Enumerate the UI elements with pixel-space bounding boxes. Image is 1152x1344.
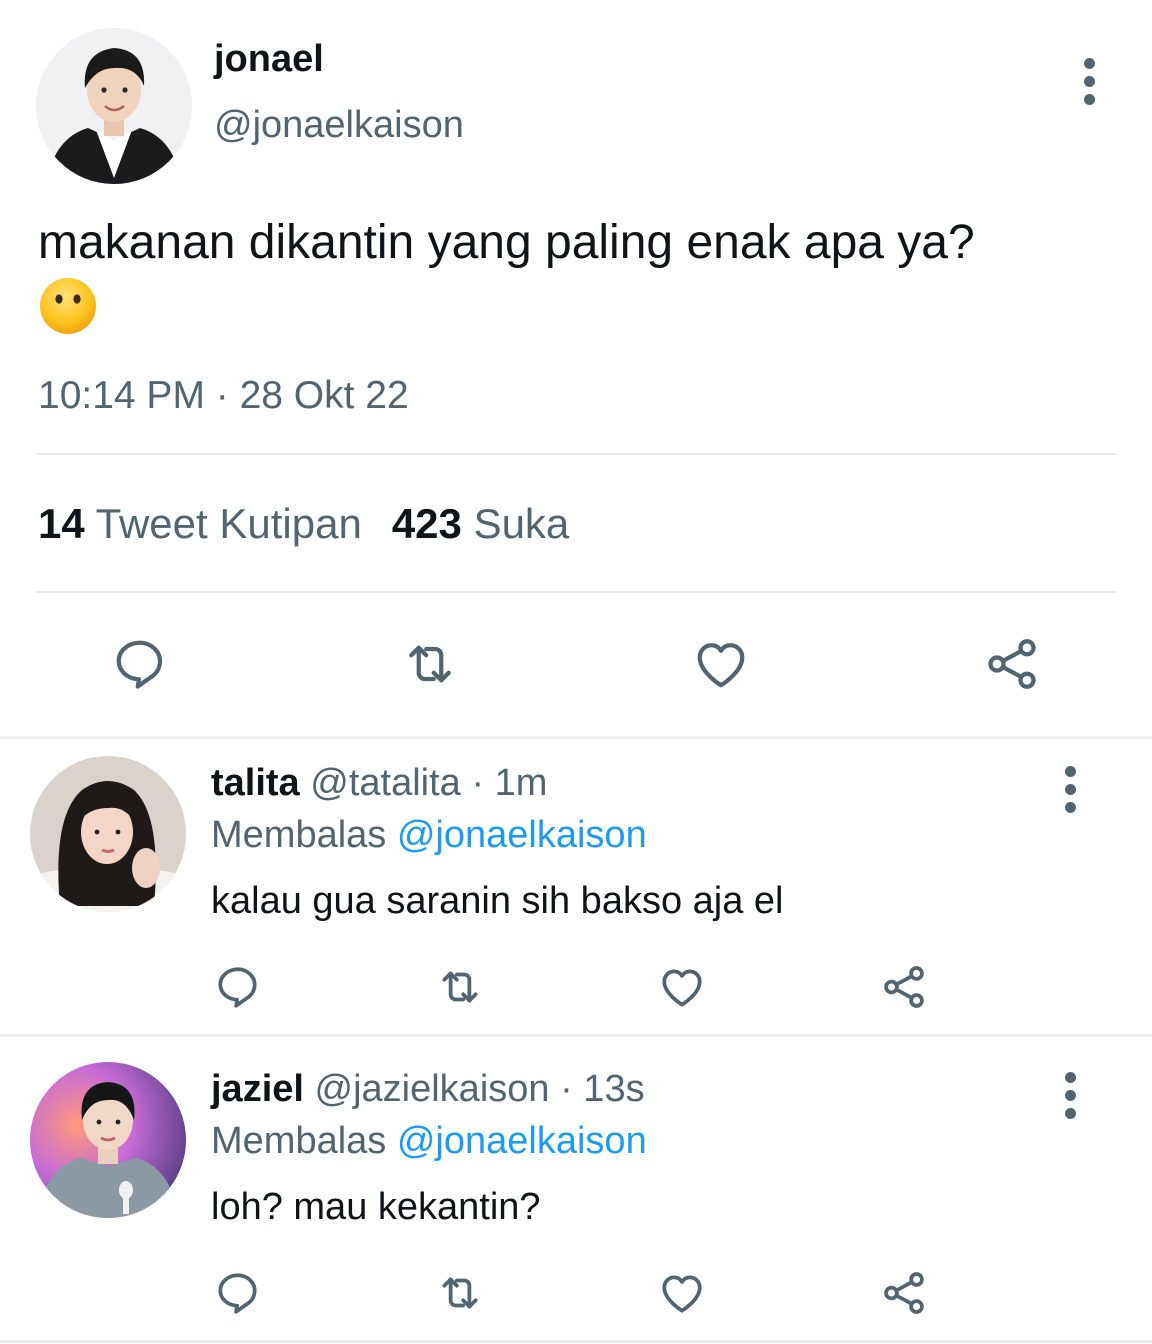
reply-time[interactable]: · 1m bbox=[471, 762, 547, 804]
like-label: Suka bbox=[473, 500, 570, 547]
tweet-stats: 14 Tweet Kutipan 423 Suka bbox=[38, 500, 569, 548]
quote-count: 14 bbox=[38, 500, 85, 547]
quote-tweets-link[interactable]: 14 Tweet Kutipan bbox=[38, 500, 362, 547]
likes-link[interactable]: 423 Suka bbox=[392, 500, 569, 547]
reply-author-name[interactable]: jaziel bbox=[211, 1068, 304, 1110]
reply-avatar[interactable] bbox=[30, 1062, 186, 1218]
divider bbox=[0, 736, 1152, 739]
author-avatar[interactable] bbox=[36, 28, 192, 184]
divider bbox=[0, 1340, 1152, 1343]
more-options-icon[interactable] bbox=[1064, 766, 1076, 813]
divider bbox=[36, 591, 1116, 593]
reply-text: loh? mau kekantin? bbox=[211, 1186, 541, 1228]
reply-icon[interactable] bbox=[110, 634, 170, 694]
reply-author-handle[interactable]: @jazielkaison bbox=[315, 1068, 550, 1110]
reply-icon[interactable] bbox=[213, 962, 263, 1012]
reply-author-handle[interactable]: @tatalita bbox=[310, 762, 461, 804]
share-icon[interactable] bbox=[982, 634, 1042, 694]
more-options-icon[interactable] bbox=[1064, 1072, 1076, 1119]
heart-icon[interactable] bbox=[691, 634, 751, 694]
tweet-timestamp[interactable]: 10:14 PM · 28 Okt 22 bbox=[38, 374, 409, 418]
reply-avatar[interactable] bbox=[30, 756, 186, 912]
more-options-icon[interactable] bbox=[1083, 58, 1095, 105]
reply-header: talita @tatalita · 1m bbox=[211, 762, 547, 805]
heart-icon[interactable] bbox=[657, 1268, 707, 1318]
reply-author-name[interactable]: talita bbox=[211, 762, 300, 804]
reply-icon[interactable] bbox=[213, 1268, 263, 1318]
share-icon[interactable] bbox=[879, 962, 929, 1012]
replying-to: Membalas @jonaelkaison bbox=[211, 1120, 647, 1163]
replying-label: Membalas bbox=[211, 1120, 387, 1162]
retweet-icon[interactable] bbox=[435, 1268, 485, 1318]
replying-to: Membalas @jonaelkaison bbox=[211, 814, 647, 857]
reply-header: jaziel @jazielkaison · 13s bbox=[211, 1068, 645, 1111]
author-name[interactable]: jonael bbox=[214, 38, 324, 81]
author-handle[interactable]: @jonaelkaison bbox=[214, 104, 464, 147]
divider bbox=[0, 1034, 1152, 1037]
replying-to-mention[interactable]: @jonaelkaison bbox=[397, 1120, 647, 1162]
tweet-text: makanan dikantin yang paling enak apa ya… bbox=[38, 216, 975, 269]
share-icon[interactable] bbox=[879, 1268, 929, 1318]
retweet-icon[interactable] bbox=[400, 634, 460, 694]
quote-label: Tweet Kutipan bbox=[95, 500, 362, 547]
heart-icon[interactable] bbox=[657, 962, 707, 1012]
reply-time[interactable]: · 13s bbox=[560, 1068, 644, 1110]
divider bbox=[36, 453, 1116, 455]
replying-label: Membalas bbox=[211, 814, 387, 856]
neutral-face-emoji-icon bbox=[38, 276, 98, 336]
replying-to-mention[interactable]: @jonaelkaison bbox=[397, 814, 647, 856]
retweet-icon[interactable] bbox=[435, 962, 485, 1012]
like-count: 423 bbox=[391, 500, 462, 547]
reply-text: kalau gua saranin sih bakso aja el bbox=[211, 880, 784, 922]
